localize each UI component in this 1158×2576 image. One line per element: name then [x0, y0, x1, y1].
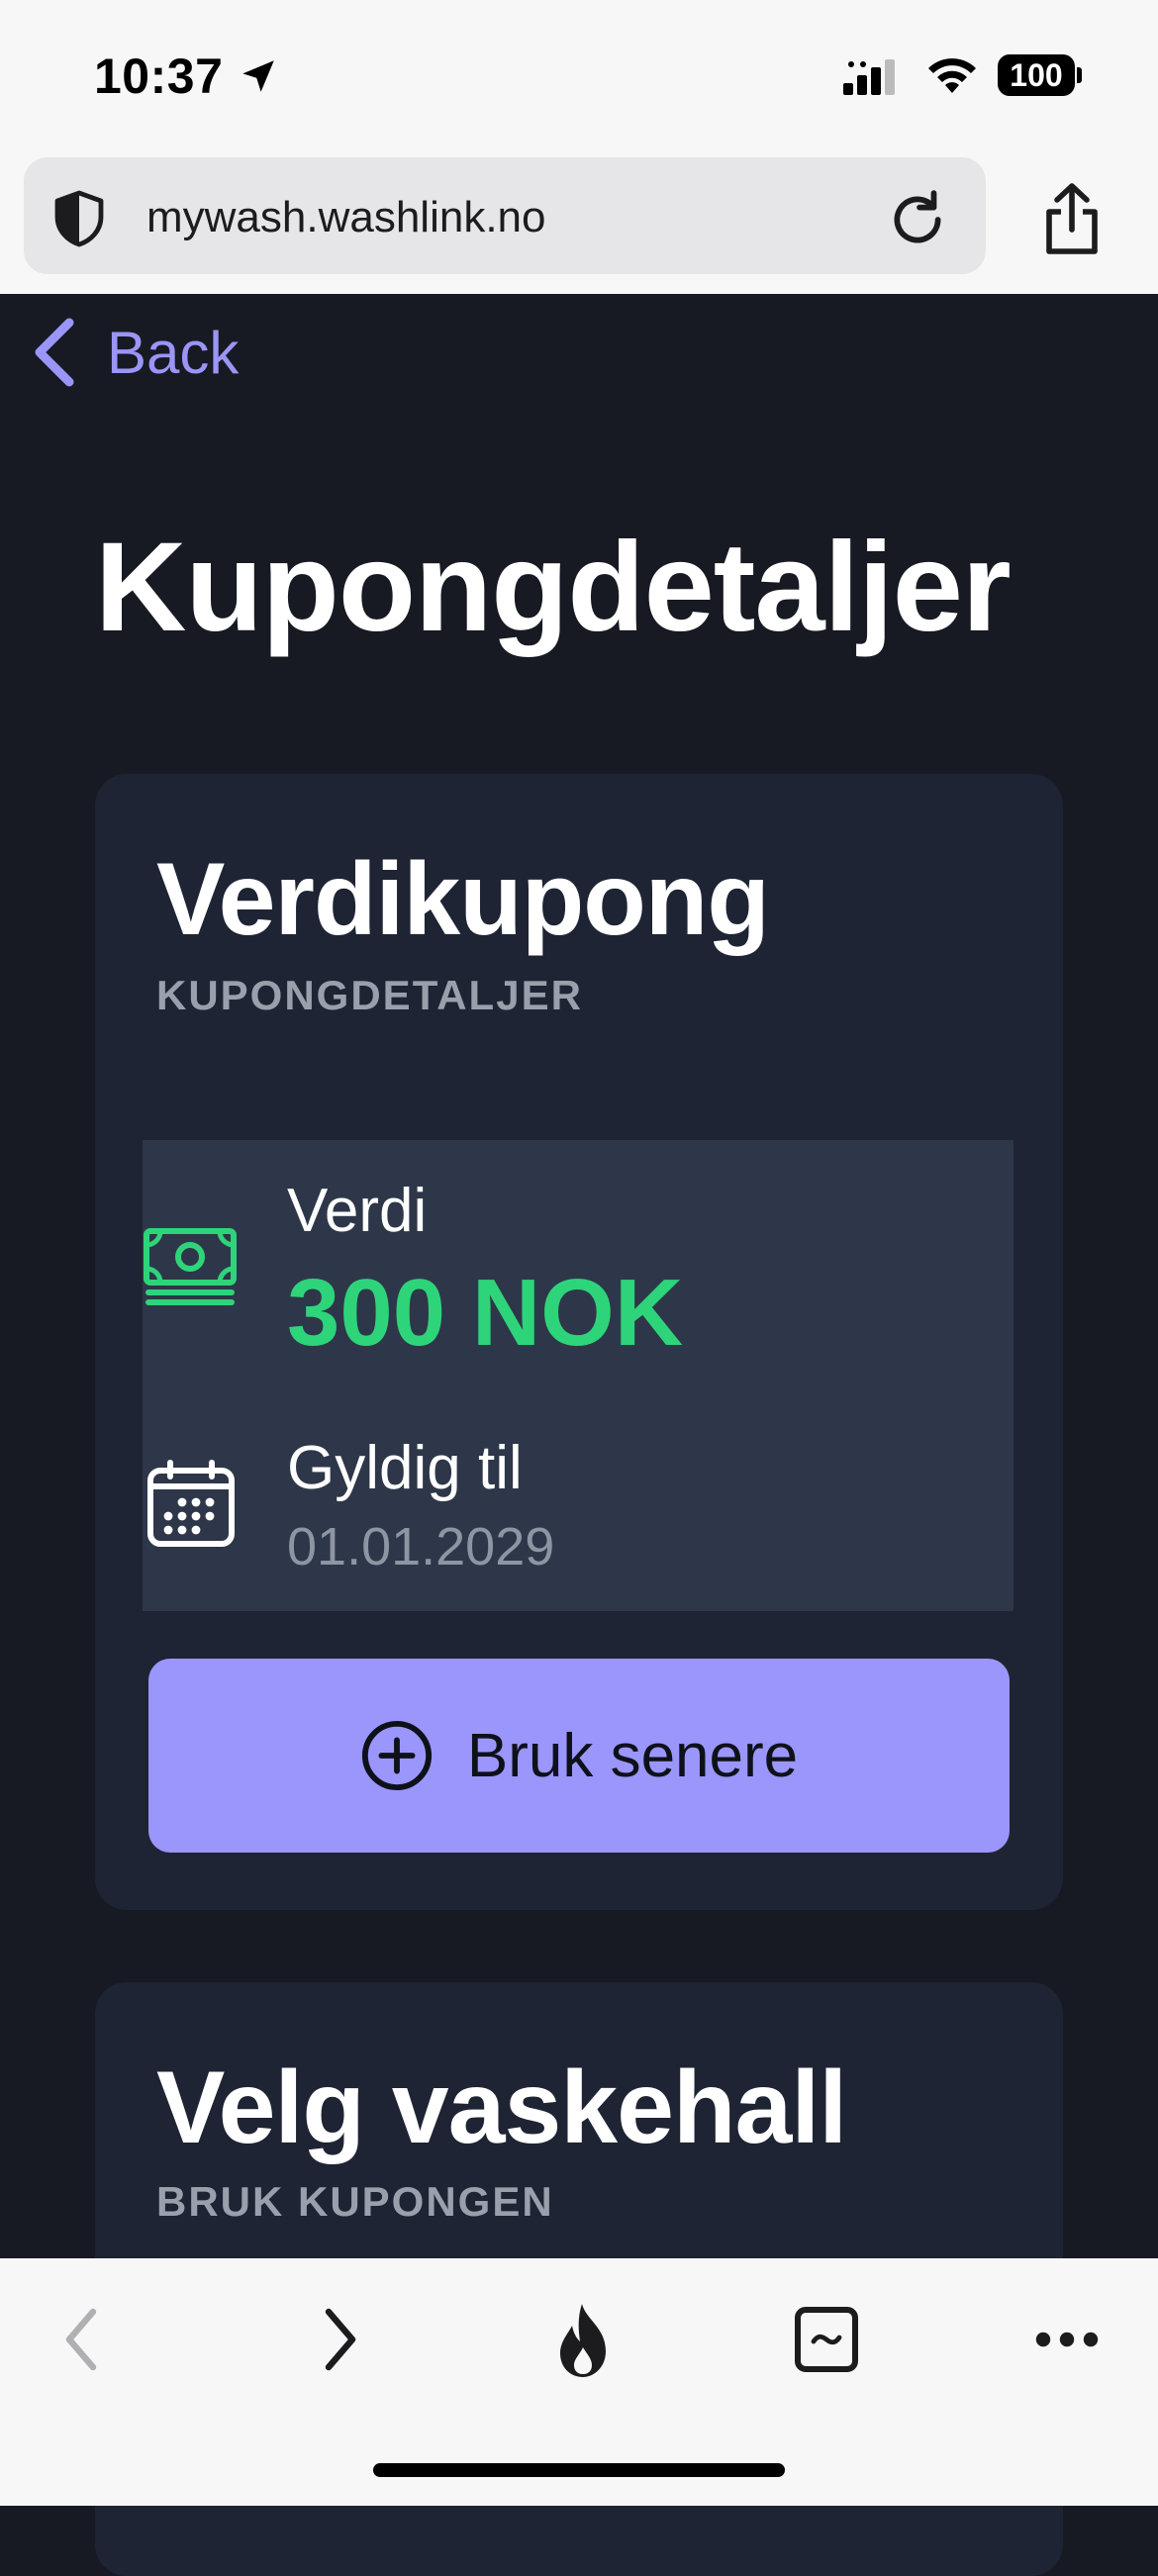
use-later-label: Bruk senere: [466, 1721, 799, 1790]
battery-indicator: 100: [998, 54, 1075, 96]
coupon-subtitle: KUPONGDETALJER: [156, 972, 583, 1018]
tabs-icon[interactable]: [792, 2300, 861, 2379]
status-time: 10:37: [94, 48, 224, 104]
back-label: Back: [107, 319, 240, 386]
signal-icon: [843, 59, 895, 95]
flame-icon[interactable]: [550, 2300, 616, 2381]
shield-icon[interactable]: [51, 189, 107, 248]
wifi-icon: [928, 58, 976, 93]
money-icon: [144, 1228, 237, 1305]
browser-bottom-toolbar: [0, 2258, 1158, 2506]
url-text[interactable]: mywash.washlink.no: [146, 193, 546, 242]
address-bar[interactable]: mywash.washlink.no: [24, 157, 986, 274]
page-title: Kupongdetaljer: [95, 517, 1012, 658]
battery-tip: [1077, 67, 1082, 83]
plus-circle-icon: [361, 1720, 432, 1791]
forward-arrow-icon[interactable]: [315, 2300, 364, 2379]
wash-hall-title: Velg vaskehall: [156, 2051, 847, 2165]
back-arrow-icon[interactable]: [57, 2300, 107, 2379]
value-label: Verdi: [287, 1177, 428, 1245]
back-link[interactable]: Back: [30, 317, 239, 388]
coupon-card: Verdikupong KUPONGDETALJER Verdi 300 NOK…: [95, 774, 1063, 1910]
value-amount: 300 NOK: [287, 1260, 684, 1366]
location-arrow-icon: [242, 60, 274, 92]
home-indicator: [373, 2463, 785, 2477]
coupon-info-box: Verdi 300 NOK Gyldig til 01.01.2029: [143, 1140, 1013, 1611]
reload-icon[interactable]: [885, 187, 950, 252]
wash-hall-subtitle: BRUK KUPONGEN: [156, 2178, 554, 2225]
use-later-button[interactable]: Bruk senere: [148, 1659, 1010, 1853]
valid-until-date: 01.01.2029: [287, 1517, 555, 1576]
valid-until-label: Gyldig til: [287, 1434, 523, 1502]
share-icon[interactable]: [1039, 182, 1105, 257]
more-icon[interactable]: [1031, 2300, 1103, 2379]
chevron-left-icon: [35, 318, 74, 387]
coupon-title: Verdikupong: [156, 842, 770, 957]
browser-toolbar: mywash.washlink.no: [0, 148, 1158, 294]
calendar-icon: [147, 1460, 235, 1547]
status-bar: 10:37 100: [0, 0, 1158, 148]
